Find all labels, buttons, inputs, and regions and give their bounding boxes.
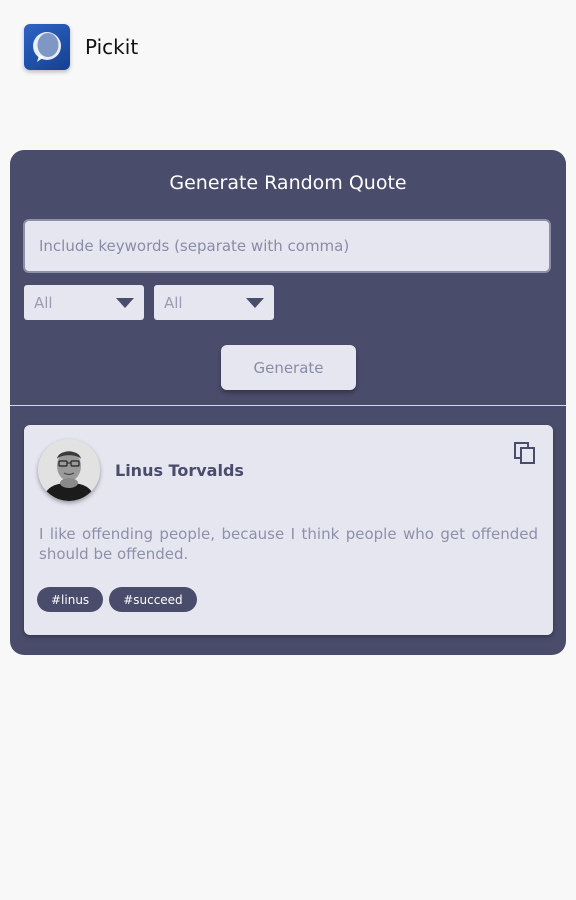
panel-title: Generate Random Quote: [169, 172, 407, 194]
filter-select-1[interactable]: All: [24, 285, 144, 320]
caret-down-icon: [116, 298, 134, 308]
filter-select-2-value: All: [164, 293, 183, 312]
speech-bubble-icon: [24, 24, 70, 70]
quote-text: I like offending people, because I think…: [39, 525, 538, 563]
quote-card: Linus Torvalds I like offending people, …: [24, 425, 553, 635]
tag-chip[interactable]: #linus: [37, 587, 104, 612]
author-name: Linus Torvalds: [115, 461, 244, 480]
tag-list: #linus #succeed: [37, 587, 197, 612]
generate-button[interactable]: Generate: [221, 345, 356, 390]
copy-icon[interactable]: [513, 441, 537, 465]
quote-generator-panel: Generate Random Quote All All Generate: [10, 150, 566, 655]
divider: [10, 405, 566, 406]
app-title: Pickit: [85, 35, 139, 59]
filter-select-2[interactable]: All: [154, 285, 274, 320]
caret-down-icon: [246, 298, 264, 308]
tag-chip[interactable]: #succeed: [109, 587, 197, 612]
filter-select-1-value: All: [34, 293, 53, 312]
author-avatar: [38, 439, 100, 501]
app-header: Pickit: [24, 24, 138, 70]
keywords-input[interactable]: [23, 219, 551, 273]
